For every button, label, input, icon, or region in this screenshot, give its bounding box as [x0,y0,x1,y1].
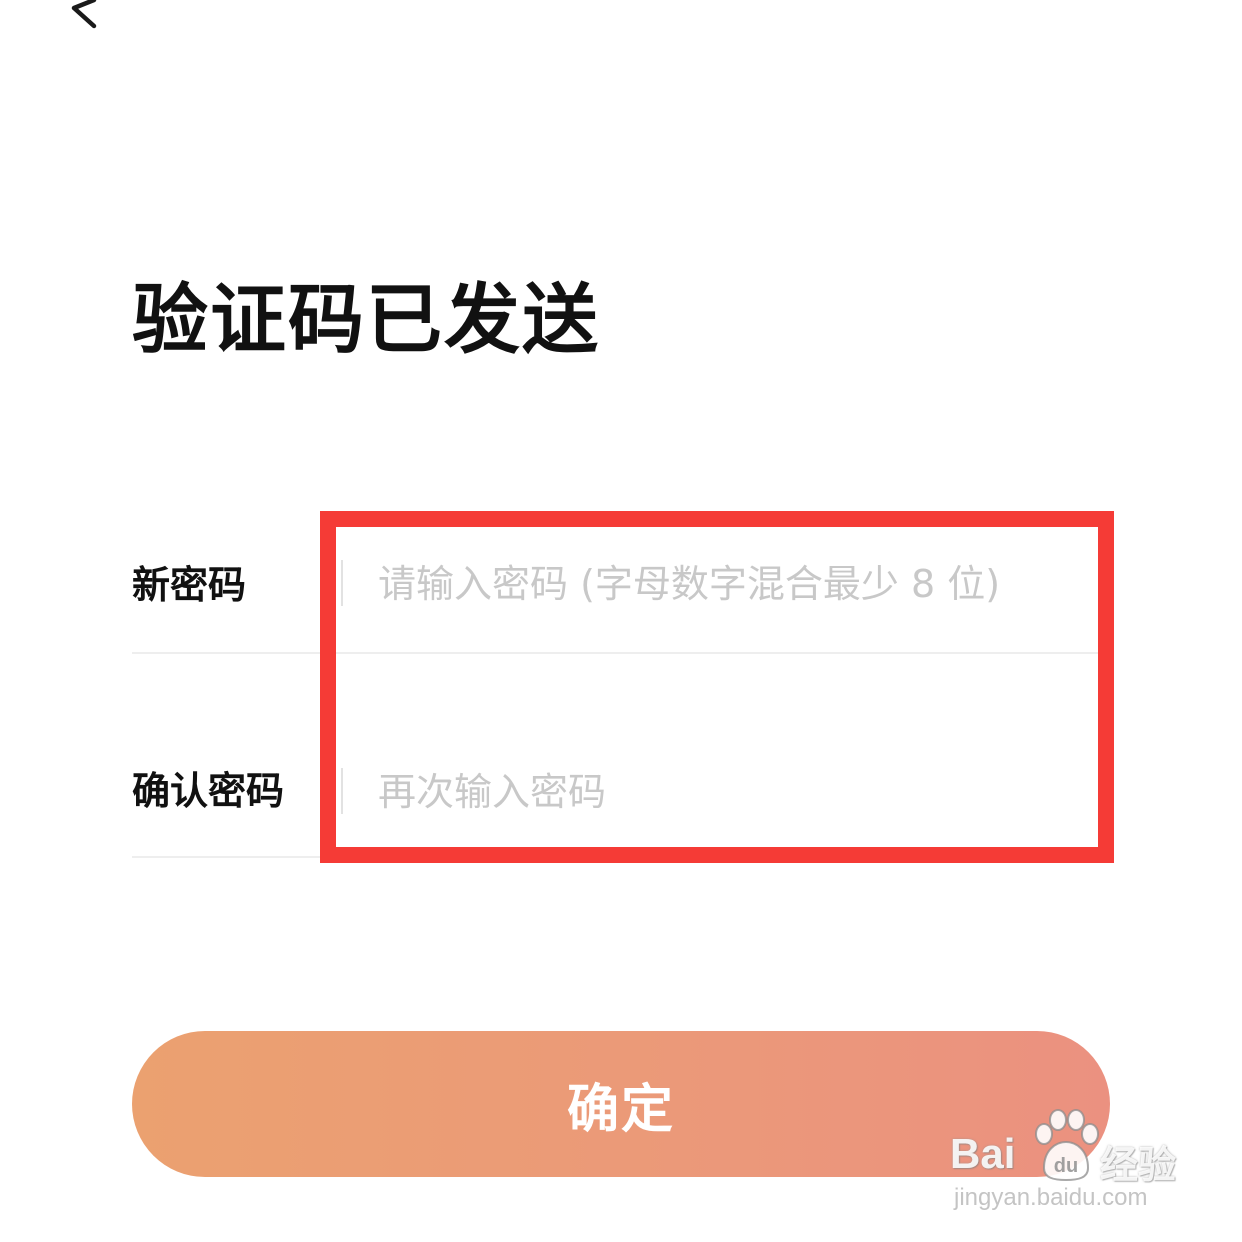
watermark-url: jingyan.baidu.com [954,1184,1148,1211]
field-divider [341,560,343,606]
new-password-label: 新密码 [132,563,247,607]
new-password-row: 新密码 [132,520,1108,654]
back-button[interactable] [56,0,116,40]
new-password-input[interactable] [378,554,1078,614]
confirm-button[interactable]: 确定 [132,1031,1110,1177]
watermark-product: 经验 [1100,1143,1177,1187]
confirm-password-row: 确认密码 [132,724,1108,858]
confirm-password-input[interactable] [378,762,1078,822]
chevron-left-icon [71,0,97,29]
field-divider [341,768,343,814]
confirm-password-label: 确认密码 [132,769,285,813]
page-title: 验证码已发送 [132,275,600,364]
